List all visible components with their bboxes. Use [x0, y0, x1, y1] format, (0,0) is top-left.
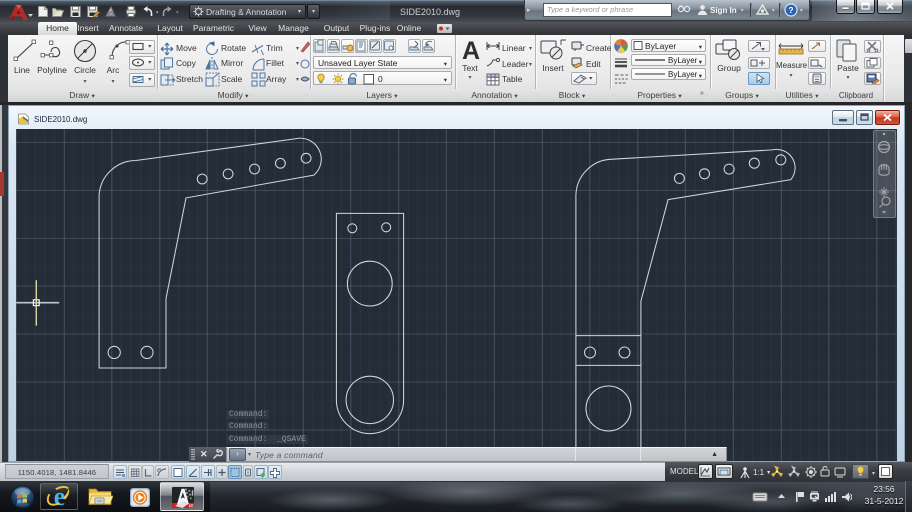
svg-text:?: ? [788, 5, 793, 15]
